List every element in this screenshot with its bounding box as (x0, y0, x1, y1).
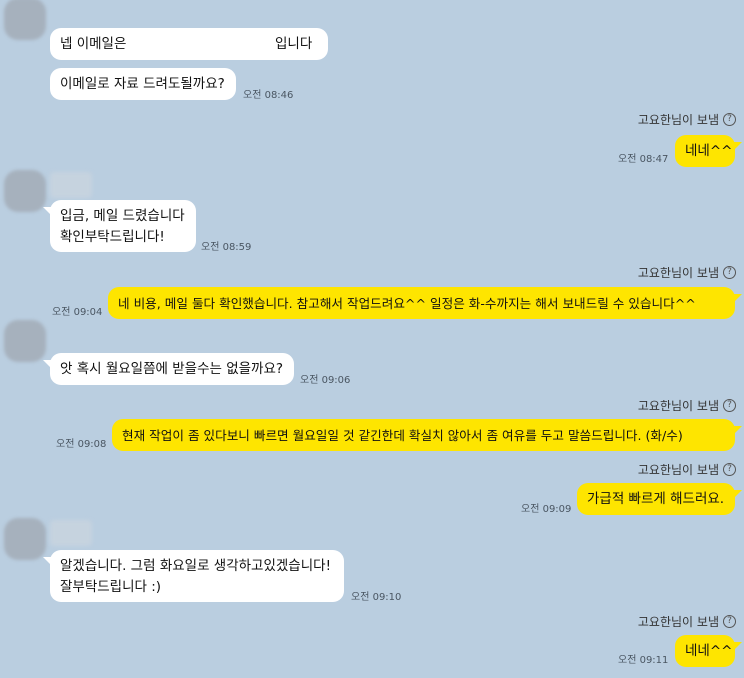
message-time: 오전 09:06 (300, 375, 351, 386)
message-text: 앗 혹시 월요일쯤에 받을수는 없을까요? (60, 361, 284, 377)
chat-area: 넵 이메일은 입니다 이메일로 자료 드려도될까요? 오전 08:46 고요한님… (0, 0, 744, 678)
question-circle-icon[interactable]: ? (723, 113, 736, 126)
message-text: 가급적 빠르게 해드러요. (587, 491, 725, 507)
message-time: 오전 08:59 (201, 242, 252, 253)
message-time: 오전 09:10 (351, 592, 402, 603)
message-time: 오전 08:46 (243, 90, 294, 101)
incoming-message[interactable]: 앗 혹시 월요일쯤에 받을수는 없을까요? (43, 353, 294, 385)
sender-name (50, 520, 92, 546)
message-text: 네네^^ (685, 143, 733, 159)
message-text: 입니다 (275, 36, 313, 52)
redacted-email (130, 36, 271, 52)
avatar[interactable] (4, 320, 46, 362)
sender-tag-label: 고요한님이 보냄 (637, 399, 719, 413)
avatar[interactable] (4, 170, 46, 212)
avatar[interactable] (4, 0, 46, 40)
outgoing-message[interactable]: 현재 작업이 좀 있다보니 빠르면 월요일일 것 같긴한데 확실치 않아서 좀 … (112, 419, 742, 451)
outgoing-message[interactable]: 가급적 빠르게 해드러요. (577, 483, 742, 515)
message-text: 확인부탁드립니다! (60, 229, 165, 245)
incoming-message[interactable]: 이메일로 자료 드려도될까요? (50, 68, 236, 100)
incoming-message[interactable]: 입금, 메일 드렸습니다 확인부탁드립니다! (43, 200, 196, 252)
question-circle-icon[interactable]: ? (723, 266, 736, 279)
sender-tag: 고요한님이 보냄 ? (638, 461, 736, 478)
message-time: 오전 09:11 (618, 655, 669, 666)
outgoing-message[interactable]: 네 비용, 메일 둘다 확인했습니다. 참고해서 작업드려요^^ 일정은 화-수… (108, 287, 742, 319)
message-text: 이메일로 자료 드려도될까요? (60, 76, 225, 92)
question-circle-icon[interactable]: ? (723, 399, 736, 412)
question-circle-icon[interactable]: ? (723, 463, 736, 476)
message-text: 네 비용, 메일 둘다 확인했습니다. 참고해서 작업드려요^^ 일정은 화-수… (118, 296, 696, 311)
sender-tag: 고요한님이 보냄 ? (638, 264, 736, 281)
sender-tag-label: 고요한님이 보냄 (637, 266, 719, 280)
sender-tag: 고요한님이 보냄 ? (638, 613, 736, 630)
sender-name (50, 172, 92, 198)
message-time: 오전 09:08 (56, 439, 107, 450)
message-text: 잘부탁드립니다 :) (60, 579, 162, 595)
sender-tag-label: 고요한님이 보냄 (637, 615, 719, 629)
sender-tag-label: 고요한님이 보냄 (637, 463, 719, 477)
incoming-message[interactable]: 알겠습니다. 그럼 화요일로 생각하고있겠습니다! 잘부탁드립니다 :) (43, 550, 344, 602)
message-text: 입금, 메일 드렸습니다 (60, 208, 185, 224)
message-text: 넵 이메일은 (60, 36, 127, 52)
sender-tag: 고요한님이 보냄 ? (638, 111, 736, 128)
message-text: 현재 작업이 좀 있다보니 빠르면 월요일일 것 같긴한데 확실치 않아서 좀 … (122, 428, 683, 443)
avatar[interactable] (4, 518, 46, 560)
sender-tag: 고요한님이 보냄 ? (638, 397, 736, 414)
outgoing-message[interactable]: 네네^^ (675, 135, 742, 167)
sender-tag-label: 고요한님이 보냄 (637, 113, 719, 127)
message-time: 오전 09:09 (521, 504, 572, 515)
message-time: 오전 09:04 (52, 307, 103, 318)
message-text: 알겠습니다. 그럼 화요일로 생각하고있겠습니다! (60, 558, 331, 574)
incoming-message[interactable]: 넵 이메일은 입니다 (50, 28, 328, 60)
question-circle-icon[interactable]: ? (723, 615, 736, 628)
message-time: 오전 08:47 (618, 154, 669, 165)
message-text: 네네^^ (685, 643, 733, 659)
outgoing-message[interactable]: 네네^^ (675, 635, 742, 667)
